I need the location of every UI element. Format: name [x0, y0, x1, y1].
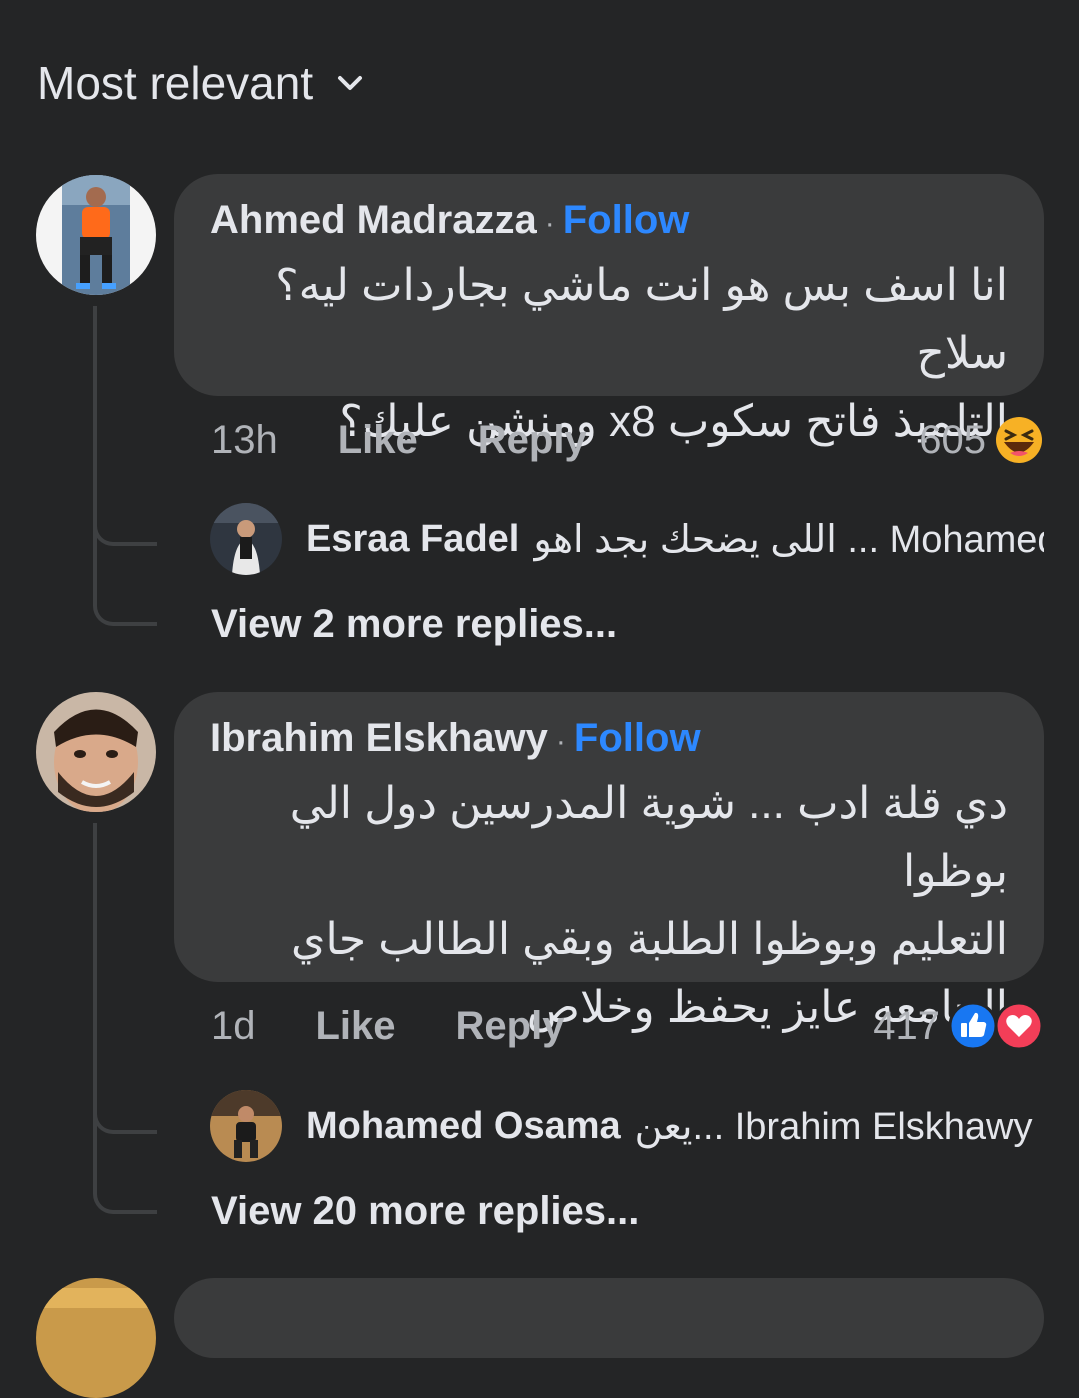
- reaction-summary[interactable]: 417: [873, 1001, 1044, 1051]
- comment-bubble: Ahmed Madrazza · Follow انا اسف بس هو ان…: [174, 174, 1044, 446]
- comment-actions: 13h Like Reply 605: [211, 410, 1044, 470]
- reaction-summary[interactable]: 605: [919, 415, 1044, 465]
- reply-button[interactable]: Reply: [456, 1004, 565, 1049]
- avatar-image: [36, 1278, 156, 1398]
- avatar[interactable]: [36, 1278, 156, 1398]
- follow-button[interactable]: Follow: [563, 196, 690, 244]
- comment-author[interactable]: Ibrahim Elskhawy: [210, 714, 548, 762]
- reply-button[interactable]: Reply: [478, 418, 587, 463]
- view-more-replies[interactable]: View 20 more replies...: [211, 1189, 639, 1234]
- comment-bubble: Ibrahim Elskhawy · Follow دي قلة ادب ...…: [174, 692, 1044, 1032]
- sort-label: Most relevant: [37, 57, 314, 109]
- thread-branch: [93, 1162, 157, 1214]
- comment-time[interactable]: 13h: [211, 418, 278, 463]
- reply-preview[interactable]: Esraa Fadel اللى يضحك بجد اهو ... Mohame…: [210, 503, 1044, 575]
- thread-branch: [93, 494, 157, 546]
- reply-preview[interactable]: Mohamed Osama يعن... Ibrahim Elskhawy: [210, 1090, 1044, 1162]
- reply-author[interactable]: Mohamed Osama: [306, 1105, 621, 1148]
- like-icon: [948, 1001, 998, 1051]
- comment-time[interactable]: 1d: [211, 1004, 256, 1049]
- thread-branch: [93, 574, 157, 626]
- comment-bubble: [174, 1278, 1044, 1358]
- separator-dot: ·: [544, 207, 555, 240]
- reply-author[interactable]: Esraa Fadel: [306, 518, 519, 561]
- chevron-down-icon: [338, 76, 363, 90]
- avatar[interactable]: [36, 692, 156, 812]
- reaction-icons: [948, 1001, 1044, 1051]
- view-more-replies[interactable]: View 2 more replies...: [211, 602, 617, 647]
- comment-line: دي قلة ادب ... شوية المدرسين دول الي بوظ…: [289, 779, 1008, 896]
- avatar[interactable]: [36, 175, 156, 295]
- reaction-count: 605: [919, 417, 986, 462]
- comment-author[interactable]: Ahmed Madrazza: [210, 196, 537, 244]
- comment-line: انا اسف بس هو انت ماشي بجاردات ليه؟ سلاح: [275, 261, 1008, 378]
- separator-dot: ·: [555, 725, 566, 758]
- haha-icon: [996, 417, 1042, 463]
- thread-branch: [93, 1082, 157, 1134]
- comment-line: التعليم وبوظوا الطلبة وبقي الطالب جاي: [291, 915, 1008, 964]
- avatar-image: [36, 692, 156, 812]
- comment-actions: 1d Like Reply 417: [211, 996, 1044, 1056]
- reply-text: اللى يضحك بجد اهو ... Mohamed: [533, 518, 1044, 561]
- like-button[interactable]: Like: [316, 1004, 396, 1049]
- avatar-image: [36, 175, 156, 295]
- love-icon: [994, 1001, 1044, 1051]
- sort-dropdown[interactable]: Most relevant: [37, 56, 365, 110]
- reaction-count: 417: [873, 1003, 940, 1048]
- like-button[interactable]: Like: [338, 418, 418, 463]
- follow-button[interactable]: Follow: [574, 714, 701, 762]
- reply-text: يعن... Ibrahim Elskhawy: [634, 1105, 1033, 1148]
